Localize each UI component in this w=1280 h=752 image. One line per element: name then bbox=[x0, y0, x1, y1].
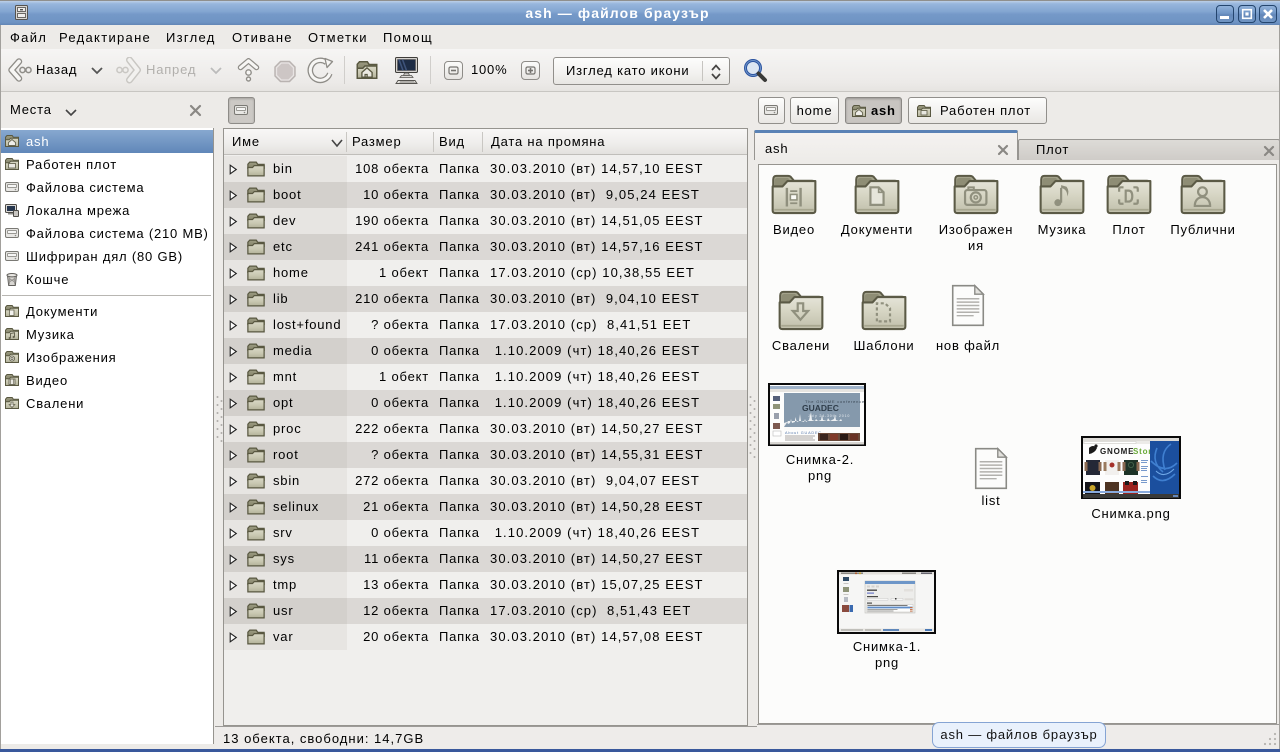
svg-text:GUADEC: GUADEC bbox=[802, 403, 839, 413]
svg-text:GNOME: GNOME bbox=[1100, 447, 1134, 456]
svg-text:About GUADEC: About GUADEC bbox=[785, 431, 822, 435]
svg-text:July 24-30th 2010: July 24-30th 2010 bbox=[808, 414, 850, 418]
